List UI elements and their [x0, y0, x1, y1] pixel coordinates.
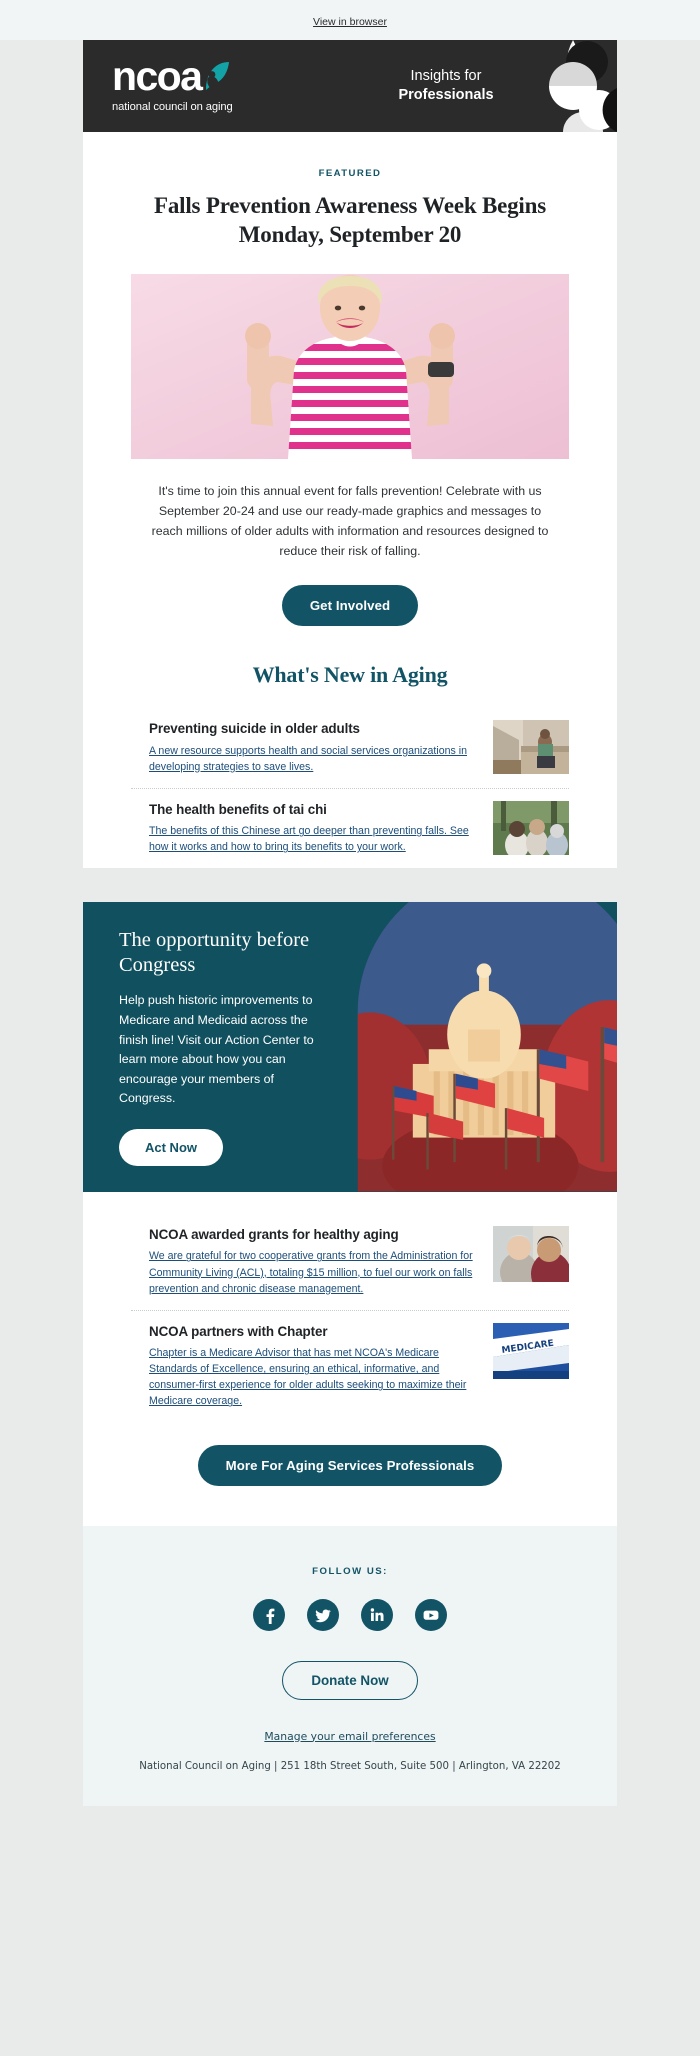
congress-image — [351, 902, 617, 1193]
article-thumbnail[interactable]: MEDICARE — [493, 1322, 569, 1379]
ncoa-logo[interactable]: ncoa national council on aging — [83, 52, 333, 113]
whats-new-heading: What's New in Aging — [252, 662, 448, 688]
page-bottom-spacer — [0, 1805, 700, 1844]
article-text-block: NCOA partners with Chapter Chapter is a … — [131, 1323, 479, 1410]
get-involved-row: Get Involved — [83, 561, 617, 627]
header-eyebrow-line1: Insights for — [410, 68, 482, 85]
article-description-link[interactable]: Chapter is a Medicare Advisor that has m… — [149, 1345, 479, 1409]
hero-image — [131, 273, 569, 459]
article-title: NCOA awarded grants for healthy aging — [149, 1227, 399, 1243]
header-decoration-graphic — [529, 40, 617, 132]
featured-eyebrow: FEATURED — [318, 168, 382, 179]
linkedin-icon[interactable] — [361, 1598, 393, 1631]
logo-text: ncoa — [112, 52, 203, 99]
article-item[interactable]: The health benefits of tai chi The benef… — [131, 787, 569, 869]
article-thumbnail[interactable] — [493, 720, 569, 775]
article-text-block: The health benefits of tai chi The benef… — [131, 801, 479, 856]
section-spacer — [83, 868, 617, 903]
featured-intro-text: It's time to join this annual event for … — [151, 483, 549, 559]
article-title: NCOA partners with Chapter — [149, 1323, 328, 1339]
youtube-icon[interactable] — [415, 1598, 447, 1631]
article-text-block: NCOA awarded grants for healthy aging We… — [131, 1226, 479, 1297]
logo-wordmark: ncoa — [112, 52, 333, 99]
act-now-button[interactable]: Act Now — [119, 1129, 223, 1167]
header-eyebrow-line2: Professionals — [398, 87, 494, 103]
footer-address: National Council on Aging | 251 18th Str… — [139, 1760, 561, 1772]
follow-us-label: FOLLOW US: — [312, 1565, 388, 1577]
email-container: View in browser ncoa national council on… — [0, 0, 700, 1844]
whats-new-article-list: Preventing suicide in older adults A new… — [131, 708, 569, 868]
article-description-link[interactable]: A new resource supports health and socia… — [149, 743, 479, 775]
article-item[interactable]: Preventing suicide in older adults A new… — [131, 708, 569, 788]
email-frame: ncoa national council on aging Insights … — [83, 40, 617, 1806]
article-title: Preventing suicide in older adults — [149, 721, 360, 737]
article-thumbnail[interactable] — [493, 1226, 569, 1283]
article-item[interactable]: NCOA awarded grants for healthy aging We… — [131, 1214, 569, 1310]
article-item[interactable]: NCOA partners with Chapter Chapter is a … — [131, 1309, 569, 1423]
congress-text-block: The opportunity before Congress Help pus… — [83, 902, 351, 1192]
congress-title: The opportunity before Congress — [119, 929, 310, 977]
preheader-bar: View in browser — [0, 0, 700, 40]
congress-promo-panel: The opportunity before Congress Help pus… — [83, 902, 617, 1193]
manage-preferences-link[interactable]: Manage your email preferences — [83, 1730, 617, 1743]
ncoa-swoosh-icon — [202, 60, 232, 94]
get-involved-button[interactable]: Get Involved — [281, 585, 419, 627]
article-text-block: Preventing suicide in older adults A new… — [131, 720, 479, 775]
more-professionals-row: More For Aging Services Professionals — [83, 1423, 617, 1526]
congress-body-text: Help push historic improvements to Medic… — [119, 993, 314, 1106]
more-for-professionals-button[interactable]: More For Aging Services Professionals — [197, 1444, 503, 1486]
more-article-list: NCOA awarded grants for healthy aging We… — [131, 1214, 569, 1423]
facebook-icon[interactable] — [253, 1598, 285, 1631]
twitter-icon[interactable] — [307, 1598, 339, 1631]
social-links — [83, 1577, 617, 1631]
article-title: The health benefits of tai chi — [149, 801, 327, 817]
article-description-link[interactable]: The benefits of this Chinese art go deep… — [149, 823, 479, 855]
email-footer: FOLLOW US: Donate Now Manage your email … — [83, 1525, 617, 1806]
email-header: ncoa national council on aging Insights … — [83, 40, 617, 132]
donate-now-button[interactable]: Donate Now — [282, 1660, 418, 1700]
logo-tagline: national council on aging — [112, 100, 233, 113]
article-thumbnail[interactable] — [493, 800, 569, 855]
view-in-browser-link[interactable]: View in browser — [313, 16, 387, 28]
featured-title: Falls Prevention Awareness Week Begins M… — [154, 193, 546, 248]
article-description-link[interactable]: We are grateful for two cooperative gran… — [149, 1248, 479, 1296]
